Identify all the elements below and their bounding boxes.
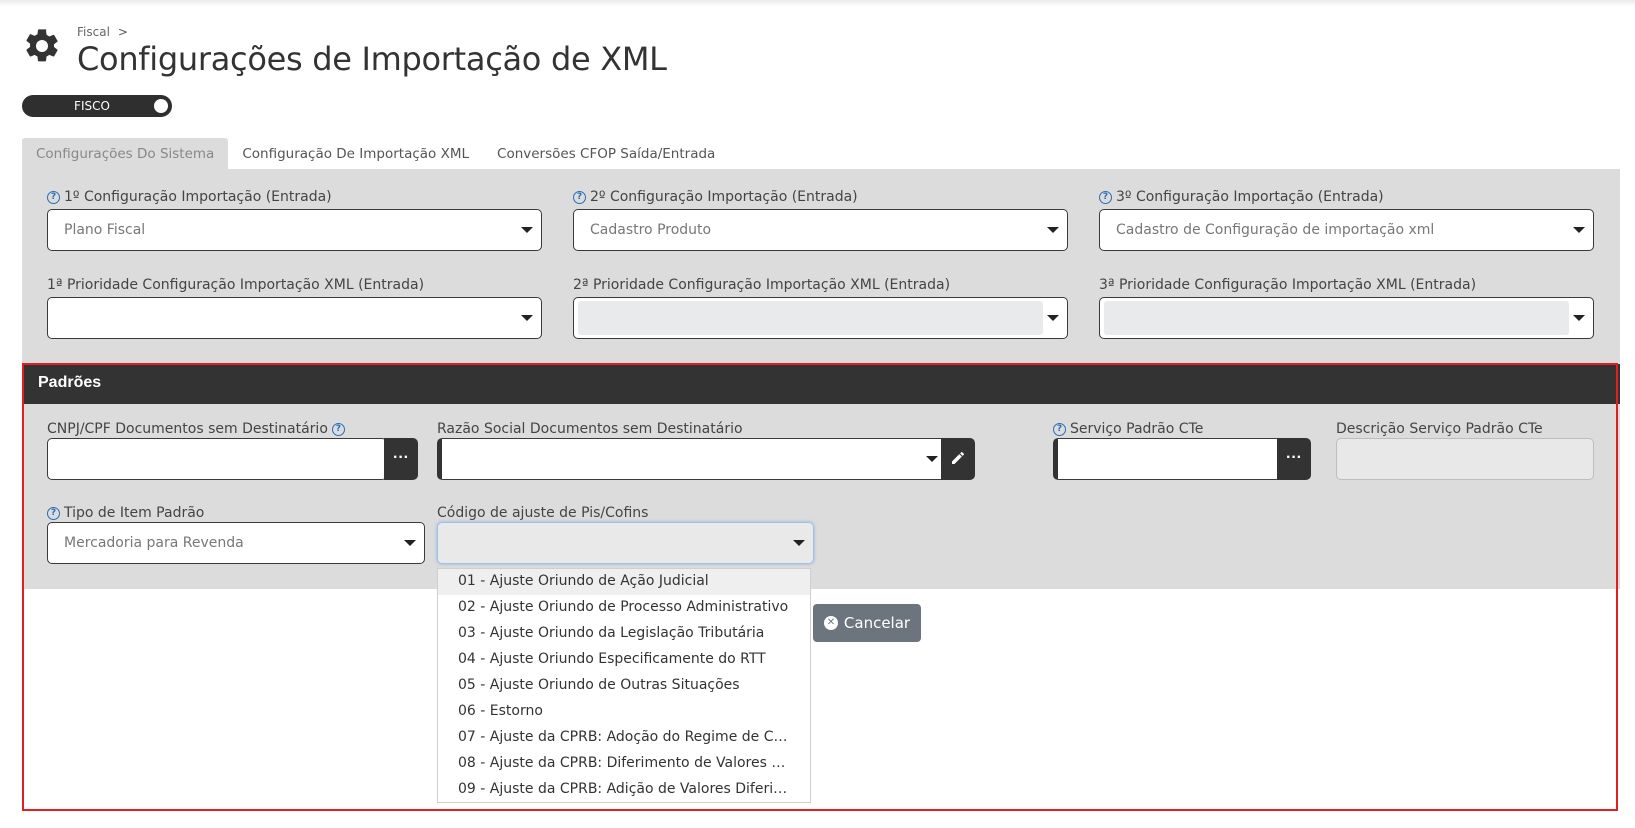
servico-input[interactable] xyxy=(1053,438,1281,480)
help-icon[interactable]: ? xyxy=(1099,190,1112,204)
cnpj-search-button[interactable]: ··· xyxy=(384,438,418,480)
cnpj-label: CNPJ/CPF Documentos sem Destinatário? xyxy=(47,421,345,437)
tab-configuracao-importacao-xml[interactable]: Configuração De Importação XML xyxy=(228,138,483,169)
dropdown-option[interactable]: 09 - Ajuste da CPRB: Adição de Valores D… xyxy=(438,777,810,802)
pencil-icon xyxy=(952,451,965,464)
help-icon[interactable]: ? xyxy=(47,190,60,204)
top-shadow xyxy=(0,0,1635,6)
config-1-value: Plano Fiscal xyxy=(64,222,146,238)
dropdown-option[interactable]: 02 - Ajuste Oriundo de Processo Administ… xyxy=(438,595,810,621)
caret-down-icon xyxy=(1047,227,1059,233)
dropdown-option[interactable]: 04 - Ajuste Oriundo Especificamente do R… xyxy=(438,647,810,673)
padroes-header: Padrões xyxy=(22,364,1620,404)
help-icon[interactable]: ? xyxy=(573,190,586,204)
priority-3-label: 3ª Prioridade Configuração Importação XM… xyxy=(1099,277,1477,293)
tipo-item-label: ? Tipo de Item Padrão xyxy=(47,505,204,521)
caret-down-icon xyxy=(521,315,533,321)
descricao-label: Descrição Serviço Padrão CTe xyxy=(1336,421,1543,437)
tab-conversoes-cfop[interactable]: Conversões CFOP Saída/Entrada xyxy=(483,138,729,169)
codigo-ajuste-dropdown[interactable]: 01 - Ajuste Oriundo de Ação Judicial 02 … xyxy=(437,568,811,803)
config-1-select[interactable]: Plano Fiscal xyxy=(47,209,542,251)
disabled-fill xyxy=(578,301,1043,335)
caret-down-icon xyxy=(1573,315,1585,321)
razao-select[interactable] xyxy=(437,438,947,480)
servico-label: ? Serviço Padrão CTe xyxy=(1053,421,1203,437)
razao-edit-button[interactable] xyxy=(941,438,975,480)
toggle-label: FISCO xyxy=(74,99,110,113)
tab-bar: Configurações Do Sistema Configuração De… xyxy=(22,138,729,169)
priority-1-label: 1ª Prioridade Configuração Importação XM… xyxy=(47,277,425,293)
tipo-item-label-text: Tipo de Item Padrão xyxy=(64,505,205,521)
caret-down-icon xyxy=(521,227,533,233)
dropdown-option[interactable]: 01 - Ajuste Oriundo de Ação Judicial xyxy=(438,569,810,595)
caret-down-icon xyxy=(926,456,938,462)
dropdown-option[interactable]: 06 - Estorno xyxy=(438,699,810,725)
gear-icon xyxy=(26,29,58,62)
dropdown-option[interactable]: 03 - Ajuste Oriundo da Legislação Tribut… xyxy=(438,621,810,647)
servico-label-text: Serviço Padrão CTe xyxy=(1070,421,1204,437)
cnpj-label-text: CNPJ/CPF Documentos sem Destinatário xyxy=(47,421,328,437)
toggle-knob xyxy=(154,99,168,113)
chevron-right-icon: > xyxy=(117,25,128,39)
config-3-select[interactable]: Cadastro de Configuração de importação x… xyxy=(1099,209,1594,251)
descricao-input xyxy=(1336,438,1594,480)
priority-2-label: 2ª Prioridade Configuração Importação XM… xyxy=(573,277,951,293)
config-3-label: ? 3º Configuração Importação (Entrada) xyxy=(1099,189,1384,205)
caret-down-icon xyxy=(793,540,805,546)
razao-label: Razão Social Documentos sem Destinatário xyxy=(437,421,743,437)
caret-down-icon xyxy=(1047,315,1059,321)
config-3-label-text: 3º Configuração Importação (Entrada) xyxy=(1116,189,1384,205)
tipo-item-select[interactable]: Mercadoria para Revenda xyxy=(47,522,425,564)
cancel-label: Cancelar xyxy=(843,614,911,632)
help-icon[interactable]: ? xyxy=(1053,422,1066,436)
disabled-fill xyxy=(1104,301,1569,335)
config-2-value: Cadastro Produto xyxy=(590,222,712,238)
help-icon[interactable]: ? xyxy=(47,506,60,520)
help-icon[interactable]: ? xyxy=(331,422,345,436)
cancel-button[interactable]: ✕ Cancelar xyxy=(813,604,921,642)
codigo-ajuste-select[interactable] xyxy=(437,522,814,564)
tipo-item-value: Mercadoria para Revenda xyxy=(64,535,244,551)
dropdown-option[interactable]: 07 - Ajuste da CPRB: Adoção do Regime de… xyxy=(438,725,810,751)
page-title: Configurações de Importação de XML xyxy=(77,40,667,78)
codigo-ajuste-label: Código de ajuste de Pis/Cofins xyxy=(437,505,649,521)
config-1-label: ? 1º Configuração Importação (Entrada) xyxy=(47,189,332,205)
caret-down-icon xyxy=(404,540,416,546)
config-2-select[interactable]: Cadastro Produto xyxy=(573,209,1068,251)
dropdown-option[interactable]: 05 - Ajuste Oriundo de Outras Situações xyxy=(438,673,810,699)
tab-configuracoes-sistema[interactable]: Configurações Do Sistema xyxy=(22,138,229,169)
breadcrumb: Fiscal > xyxy=(77,25,128,39)
priority-3-select[interactable] xyxy=(1099,297,1594,339)
breadcrumb-fiscal[interactable]: Fiscal xyxy=(77,25,110,39)
caret-down-icon xyxy=(1573,227,1585,233)
config-2-label: ? 2º Configuração Importação (Entrada) xyxy=(573,189,858,205)
servico-search-button[interactable]: ··· xyxy=(1277,438,1311,480)
config-3-value: Cadastro de Configuração de importação x… xyxy=(1116,222,1435,238)
dropdown-option[interactable]: 08 - Ajuste da CPRB: Diferimento de Valo… xyxy=(438,751,810,777)
config-1-label-text: 1º Configuração Importação (Entrada) xyxy=(64,189,332,205)
priority-1-select[interactable] xyxy=(47,297,542,339)
fisco-toggle[interactable]: FISCO xyxy=(22,95,172,117)
cnpj-input[interactable] xyxy=(47,438,387,480)
close-circle-icon: ✕ xyxy=(823,616,838,630)
priority-2-select[interactable] xyxy=(573,297,1068,339)
config-2-label-text: 2º Configuração Importação (Entrada) xyxy=(590,189,858,205)
